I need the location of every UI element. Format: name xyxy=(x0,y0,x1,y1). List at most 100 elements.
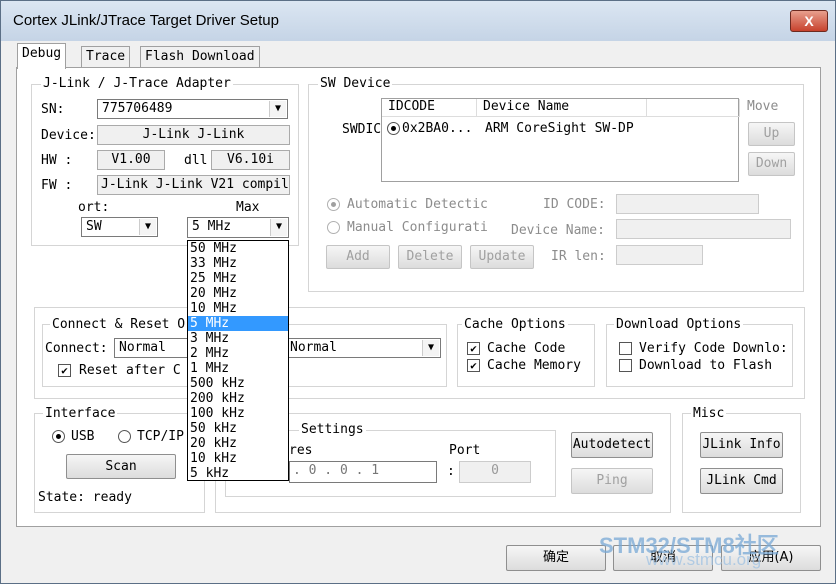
max-clock-select[interactable]: 5 MHz ▼ xyxy=(187,217,289,238)
max-clock-option[interactable]: 1 MHz xyxy=(188,361,288,376)
sn-select[interactable]: 775706489 ▼ xyxy=(97,99,288,119)
max-clock-option[interactable]: 20 kHz xyxy=(188,436,288,451)
verify-label: Verify Code Downlo: xyxy=(639,341,787,356)
reset-after-label: Reset after C xyxy=(79,363,181,378)
tcpip-settings-title: Settings xyxy=(299,422,366,437)
move-down-button[interactable]: Down xyxy=(748,152,795,176)
port-select[interactable]: SW ▼ xyxy=(81,217,158,237)
max-clock-option[interactable]: 10 MHz xyxy=(188,301,288,316)
sw-device-list[interactable]: IDCODE Device Name 0x2BA0... ARM CoreSig… xyxy=(381,98,740,182)
device-label: Device: xyxy=(41,128,96,143)
chevron-down-icon: ▼ xyxy=(422,340,439,356)
hw-label: HW : xyxy=(41,153,73,168)
sn-value: 775706489 xyxy=(102,101,173,116)
delete-button[interactable]: Delete xyxy=(398,245,462,269)
download-options-title: Download Options xyxy=(614,317,744,332)
add-button[interactable]: Add xyxy=(326,245,390,269)
row-idcode: 0x2BA0... xyxy=(402,121,473,136)
cache-memory-checkbox[interactable]: ✔ xyxy=(467,359,480,372)
max-clock-label: Max xyxy=(236,200,260,215)
column-header-empty xyxy=(647,99,740,117)
max-clock-option[interactable]: 50 MHz xyxy=(188,241,288,256)
hw-field: V1.00 xyxy=(97,150,165,170)
device-field: J-Link J-Link xyxy=(97,125,290,145)
sw-device-title: SW Device xyxy=(318,76,393,91)
ir-len-input[interactable] xyxy=(616,245,703,265)
connect-label: Connect: xyxy=(45,341,108,356)
tab-trace[interactable]: Trace xyxy=(81,46,131,68)
misc-group xyxy=(682,413,801,513)
sn-label: SN: xyxy=(41,102,65,117)
watermark-url: www.stmcu.org xyxy=(646,550,762,569)
tcpip-label: TCP/IP xyxy=(137,429,184,444)
tcpip-radio[interactable] xyxy=(118,430,131,443)
max-clock-option[interactable]: 5 kHz xyxy=(188,466,288,481)
manual-config-label: Manual Configurati xyxy=(347,220,488,235)
reset-after-checkbox[interactable]: ✔ xyxy=(58,364,71,377)
max-clock-option[interactable]: 100 kHz xyxy=(188,406,288,421)
max-clock-option[interactable]: 25 MHz xyxy=(188,271,288,286)
cache-options-title: Cache Options xyxy=(462,317,568,332)
port-colon: : xyxy=(447,464,455,479)
jlink-cmd-button[interactable]: JLink Cmd xyxy=(700,468,783,494)
download-flash-checkbox[interactable] xyxy=(619,359,632,372)
connect-select[interactable]: Normal xyxy=(114,338,189,358)
max-clock-option[interactable]: 3 MHz xyxy=(188,331,288,346)
device-name-input[interactable] xyxy=(616,219,791,239)
tab-debug[interactable]: Debug xyxy=(17,43,67,69)
window-title: Cortex JLink/JTrace Target Driver Setup xyxy=(13,12,279,29)
jlink-info-button[interactable]: JLink Info xyxy=(700,432,783,458)
move-label: Move xyxy=(747,99,779,114)
title-bar: Cortex JLink/JTrace Target Driver Setup … xyxy=(1,1,835,41)
port-number-input[interactable]: 0 xyxy=(459,461,531,483)
max-clock-option[interactable]: 5 MHz xyxy=(188,316,288,331)
max-clock-option[interactable]: 20 MHz xyxy=(188,286,288,301)
interface-title: Interface xyxy=(43,406,118,421)
column-header-device-name[interactable]: Device Name xyxy=(477,99,647,117)
auto-detect-label: Automatic Detectic xyxy=(347,197,488,212)
usb-label: USB xyxy=(71,429,95,444)
close-button[interactable]: X xyxy=(790,10,828,32)
cache-code-checkbox[interactable]: ✔ xyxy=(467,342,480,355)
manual-config-radio[interactable] xyxy=(327,221,340,234)
move-up-button[interactable]: Up xyxy=(748,122,795,146)
autodetect-button[interactable]: Autodetect xyxy=(571,432,653,458)
port-value: SW xyxy=(86,219,102,234)
max-clock-option[interactable]: 10 kHz xyxy=(188,451,288,466)
state-label: State: ready xyxy=(38,490,132,505)
misc-title: Misc xyxy=(691,406,727,421)
max-clock-option[interactable]: 500 kHz xyxy=(188,376,288,391)
tab-flash-download[interactable]: Flash Download xyxy=(140,46,260,68)
table-row[interactable]: 0x2BA0... ARM CoreSight SW-DP xyxy=(382,120,738,138)
port-label: ort: xyxy=(78,200,110,215)
max-clock-dropdown-list[interactable]: 50 MHz 33 MHz 25 MHz 20 MHz 10 MHz 5 MHz 3 MHz… xyxy=(187,240,289,481)
dll-label: dll xyxy=(184,153,208,168)
connect-value: Normal xyxy=(119,340,166,355)
dll-field: V6.10i xyxy=(211,150,290,170)
update-button[interactable]: Update xyxy=(470,245,534,269)
row-select-icon xyxy=(387,122,400,135)
auto-detect-radio[interactable] xyxy=(327,198,340,211)
dialog-window: Cortex JLink/JTrace Target Driver Setup … xyxy=(0,0,836,584)
chevron-down-icon: ▼ xyxy=(139,219,156,235)
chevron-down-icon: ▼ xyxy=(269,101,286,117)
scan-button[interactable]: Scan xyxy=(66,454,176,479)
id-code-input[interactable] xyxy=(616,194,759,214)
fw-field: J-Link J-Link V21 compil xyxy=(97,175,290,195)
max-clock-option[interactable]: 200 kHz xyxy=(188,391,288,406)
ok-button[interactable]: 确定 xyxy=(506,545,606,571)
max-clock-option[interactable]: 50 kHz xyxy=(188,421,288,436)
adapter-group-title: J-Link / J-Trace Adapter xyxy=(41,76,233,91)
max-clock-option[interactable]: 2 MHz xyxy=(188,346,288,361)
device-name-label: Device Name: xyxy=(511,223,605,238)
verify-checkbox[interactable] xyxy=(619,342,632,355)
ip-address-input[interactable]: . 0 . 0 . 1 xyxy=(289,461,437,483)
column-header-idcode[interactable]: IDCODE xyxy=(382,99,477,117)
max-clock-value: 5 MHz xyxy=(192,219,232,234)
ping-button[interactable]: Ping xyxy=(571,468,653,494)
usb-radio[interactable] xyxy=(52,430,65,443)
cache-code-label: Cache Code xyxy=(487,341,566,356)
reset-value: Normal xyxy=(290,340,337,355)
max-clock-option[interactable]: 33 MHz xyxy=(188,256,288,271)
reset-select[interactable]: Normal ▼ xyxy=(285,338,441,358)
